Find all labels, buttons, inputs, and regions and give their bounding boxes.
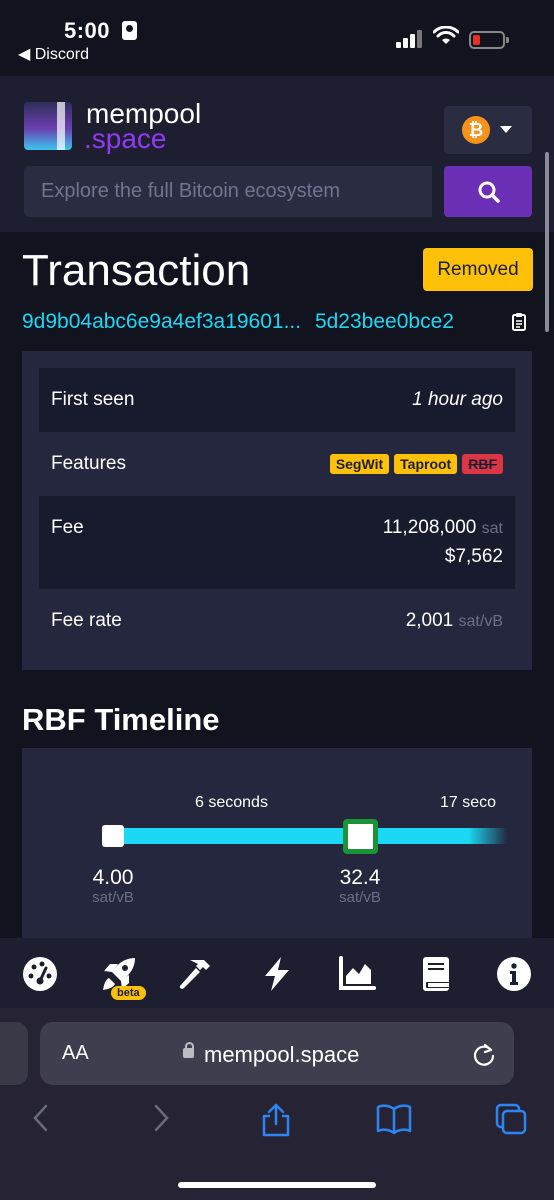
fee-amount: 11,208,000 [382,517,477,538]
features-row: Features SegWit Taproot RBF [39,432,515,496]
back-arrow-icon[interactable] [30,1103,52,1133]
node-2-unit: sat/vB [339,889,381,906]
transaction-details-table: First seen 1 hour ago Features SegWit Tap… [22,351,532,670]
fee-rate-value: 2,001 sat/vB [406,610,503,632]
mempool-logo-icon[interactable] [24,102,72,150]
txid-start[interactable]: 9d9b04abc6e9a4ef3a19601... [22,310,301,333]
fee-value: 11,208,000 sat [383,517,503,539]
clipboard-copy-icon[interactable] [511,312,529,332]
rbf-timeline-heading: RBF Timeline [22,702,220,737]
search-icon [478,181,500,203]
reload-icon[interactable] [472,1041,496,1067]
forward-arrow-icon[interactable] [150,1103,172,1133]
rbf-badge[interactable]: RBF [462,454,503,474]
first-seen-value: 1 hour ago [412,389,503,410]
fee-rate-row: Fee rate 2,001 sat/vB [39,589,515,653]
status-time: 5:00 [64,18,111,43]
fee-rate-unit: sat/vB [458,613,503,630]
url-text[interactable]: mempool.space [204,1042,359,1068]
back-to-app-link[interactable]: ◀ Discord [18,44,89,64]
segwit-badge[interactable]: SegWit [329,454,390,474]
timeline-bar [112,828,508,844]
search-input[interactable] [24,166,432,217]
features-badges: SegWit Taproot RBF [325,453,503,475]
status-badge: Removed [423,248,533,291]
share-icon[interactable] [260,1103,292,1137]
lightning-icon[interactable] [257,954,297,994]
page-title: Transaction [22,246,251,295]
node-2-rate: 32.4 [339,866,381,889]
dashboard-icon[interactable] [20,954,60,994]
rbf-timeline: 6 seconds 17 seco 4.00 sat/vB 32.4 sat/v… [22,748,532,938]
transaction-id-link[interactable]: 9d9b04abc6e9a4ef3a19601... 5d23bee0bce2 [22,310,454,334]
tabs-icon[interactable] [495,1103,527,1135]
status-bar: 5:00 ◀ Discord [0,0,554,76]
wifi-icon [433,26,459,44]
site-header: mempool .space ₿ [0,76,554,232]
fee-rate-amount: 2,001 [405,610,454,631]
previous-tab-preview[interactable] [0,1022,28,1085]
bitcoin-icon: ₿ [462,116,490,144]
browser-toolbar: AA mempool.space [0,1008,554,1200]
battery-icon [469,31,509,49]
features-label: Features [51,453,126,474]
timeline-node-current[interactable] [343,819,378,854]
taproot-badge[interactable]: Taproot [394,454,458,474]
timeline-interval-1: 6 seconds [195,794,268,811]
fee-unit: sat [481,520,503,537]
fee-rate-label: Fee rate [51,610,122,631]
portrait-lock-icon [122,21,137,40]
txid-end[interactable]: 5d23bee0bce2 [315,310,454,333]
info-icon[interactable] [494,954,534,994]
search-button[interactable] [444,166,532,217]
lock-icon [183,1042,194,1058]
node-1-unit: sat/vB [92,889,134,906]
reader-options-button[interactable]: AA [62,1042,89,1065]
chart-icon[interactable] [337,954,377,994]
cellular-signal-icon [396,28,426,48]
address-bar[interactable]: AA mempool.space [40,1022,514,1085]
bottom-navigation: beta [0,938,554,1008]
book-icon[interactable] [416,954,456,994]
timeline-interval-2: 17 seco [440,794,497,811]
logo-text-space[interactable]: .space [84,123,167,155]
home-indicator[interactable] [178,1182,376,1188]
timeline-node-1[interactable] [102,825,124,847]
fee-row: Fee 11,208,000 sat $7,562 [39,496,515,589]
bookmarks-icon[interactable] [376,1103,412,1135]
beta-badge: beta [111,986,146,1000]
chevron-down-icon [500,126,512,133]
page-scrollbar[interactable] [545,152,549,332]
fee-fiat-value: $7,562 [444,546,503,567]
fee-label: Fee [51,517,84,538]
first-seen-row: First seen 1 hour ago [39,368,515,432]
first-seen-label: First seen [51,389,135,410]
network-selector-button[interactable]: ₿ [444,106,532,154]
hammer-icon[interactable] [176,954,216,994]
node-1-rate: 4.00 [92,866,134,889]
